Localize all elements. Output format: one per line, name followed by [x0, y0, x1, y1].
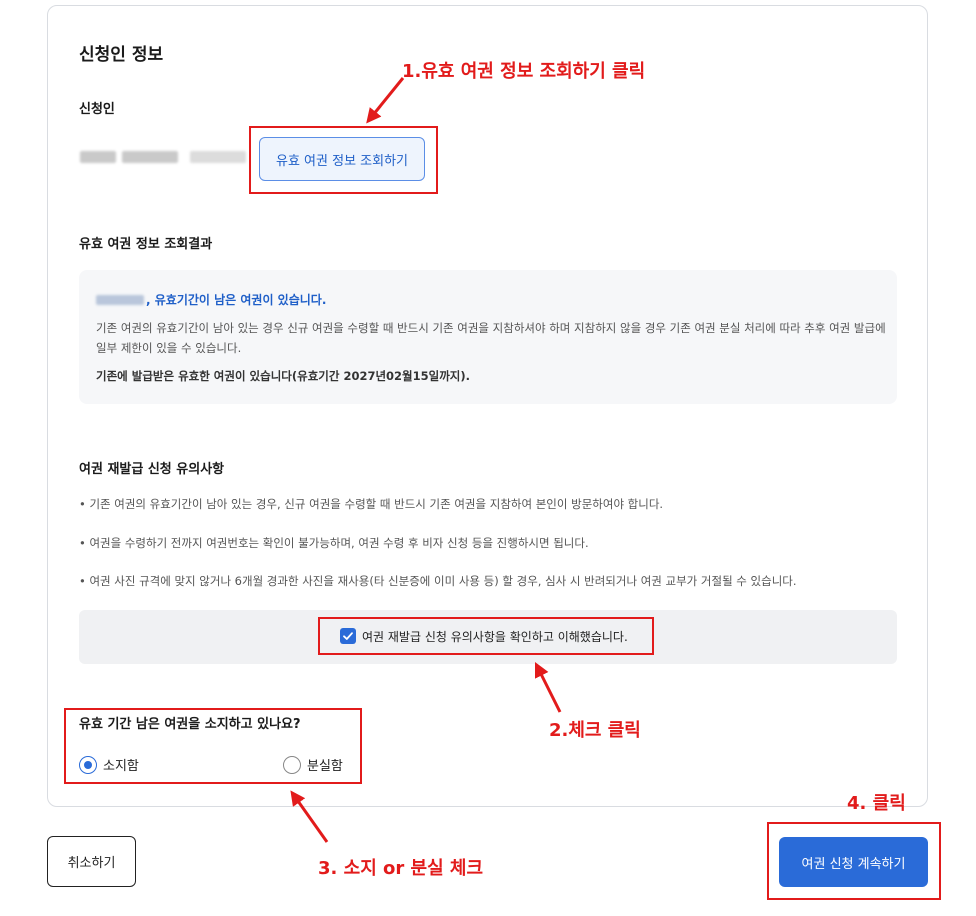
arrow-icon [534, 661, 562, 713]
arrow-icon [366, 77, 405, 124]
arrow-icon [290, 790, 329, 843]
annotation-arrows [290, 77, 562, 843]
